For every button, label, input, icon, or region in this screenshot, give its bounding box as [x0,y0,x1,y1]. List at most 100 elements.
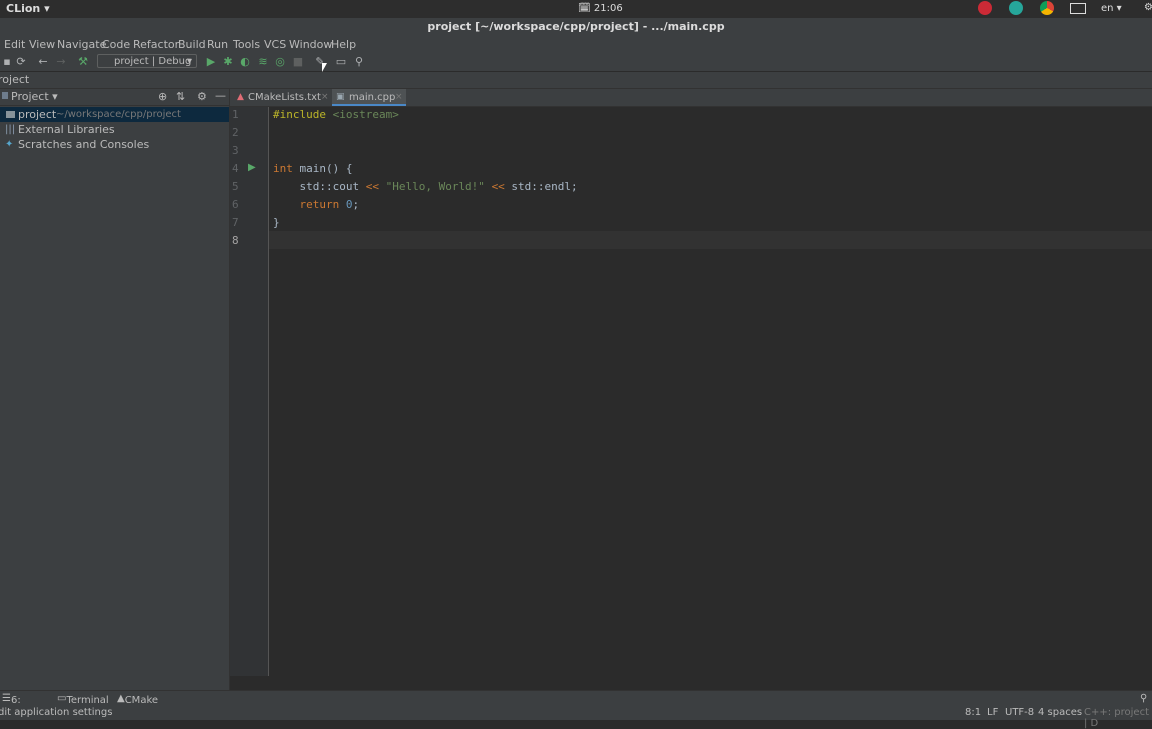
keyboard-icon[interactable] [1070,3,1086,14]
event-search-icon[interactable]: ⚲ [1140,693,1147,704]
code-line-4[interactable]: int main() { [273,162,352,175]
app-menu[interactable]: CLion ▾ [6,2,50,15]
breadcrumb[interactable]: roject [0,73,29,86]
line-number: 1 [232,108,239,121]
editor-area: ▲ CMakeLists.txt × ▣ main.cpp × 1 2 3 4 … [230,89,1152,676]
code-line-7[interactable]: } [273,216,280,229]
code-token: "Hello, World!" [378,180,492,193]
menu-help[interactable]: Help [331,38,356,51]
todo-tool-button[interactable]: ☰ 6: TODO [2,693,41,717]
search-icon[interactable]: ⚲ [352,55,366,69]
chevron-down-icon: ▾ [186,56,192,67]
tree-item-path: ~/workspace/cpp/project [56,109,181,120]
menu-build[interactable]: Build [178,38,206,51]
project-structure-icon[interactable]: ▭ [334,55,348,69]
project-view-select[interactable]: Project ▾ [11,90,58,103]
code-token: std::endl; [504,180,578,193]
line-number: 3 [232,144,239,157]
scratches-icon: ✦ [5,139,14,150]
tree-item-external-libraries[interactable]: ||| External Libraries [0,122,229,137]
code-token: std::cout [273,180,366,193]
stop-icon[interactable]: ■ [291,55,305,69]
project-tool-window: Project ▾ ⊕ ⇅ ⚙ — project ~/workspace/cp… [0,89,230,690]
menu-window[interactable]: Window [289,38,332,51]
tree-item-project[interactable]: project ~/workspace/cpp/project [0,107,229,122]
status-message: dit application settings [0,707,113,718]
code-token: int [273,162,293,175]
attach-icon[interactable]: ◎ [273,55,287,69]
tab-cmakelists[interactable]: ▲ CMakeLists.txt × [234,89,330,106]
menu-navigate[interactable]: Navigate [57,38,106,51]
mouse-cursor [322,63,327,72]
tray-app-icon[interactable] [1009,1,1023,15]
run-configuration-select[interactable]: project | Debug ▾ [97,54,197,68]
menu-view[interactable]: View [29,38,55,51]
run-gutter-icon[interactable]: ▶ [248,162,256,173]
resolve-context[interactable]: C++: project | D [1084,707,1152,729]
line-number: 5 [232,180,239,193]
menu-tools[interactable]: Tools [233,38,260,51]
sync-icon[interactable]: ⟳ [14,55,28,69]
menu-code[interactable]: Code [102,38,130,51]
code-token: } [273,216,280,229]
run-icon[interactable]: ▶ [204,55,218,69]
cmake-label: CMake [124,695,159,706]
hide-panel-icon[interactable]: — [215,89,226,102]
line-separator[interactable]: LF [987,707,998,718]
bottom-tool-bar: ☰ 6: TODO ▭ Terminal ▲ CMake ⚲ [0,690,1152,717]
code-token: << [491,180,505,193]
project-view-icon [2,92,8,99]
menu-run[interactable]: Run [207,38,228,51]
cpp-file-icon: ▣ [336,92,345,102]
run-coverage-icon[interactable]: ◐ [238,55,252,69]
language-indicator[interactable]: en ▾ [1101,3,1122,14]
back-icon[interactable]: ← [36,55,50,69]
indent-setting[interactable]: 4 spaces [1038,707,1082,718]
code-token: #include [273,108,326,121]
profile-icon[interactable]: ≋ [256,55,270,69]
debug-icon[interactable]: ✱ [221,55,235,69]
tab-label: main.cpp [349,92,396,103]
code-line-5[interactable]: std::cout << "Hello, World!" << std::end… [273,180,578,193]
line-number: 8 [232,234,239,247]
menu-bar: Edit View Navigate Code Refactor Build R… [0,36,1152,53]
close-icon[interactable]: × [395,89,403,106]
tab-label: CMakeLists.txt [248,92,321,103]
terminal-label: Terminal [66,695,109,706]
code-token: 0 [339,198,353,211]
save-icon[interactable]: ▪ [0,55,14,69]
collapse-all-icon[interactable]: ⇅ [176,90,185,103]
tab-main-cpp[interactable]: ▣ main.cpp × [332,89,406,106]
close-icon[interactable]: × [321,89,329,106]
code-token: <iostream> [325,108,399,121]
forward-icon[interactable]: → [54,55,68,69]
window-title: project [~/workspace/cpp/project] - .../… [0,18,1152,36]
clock[interactable]: 🗓 21:06 [578,3,623,14]
line-number: 7 [232,216,239,229]
tree-item-label: Scratches and Consoles [18,138,150,151]
folder-icon [6,111,15,118]
power-icon[interactable]: ⚙ [1144,2,1152,13]
caret-position[interactable]: 8:1 [965,707,981,718]
code-line-1[interactable]: #include <iostream> [273,108,399,121]
terminal-tool-button[interactable]: ▭ Terminal [57,693,109,706]
file-encoding[interactable]: UTF-8 [1005,707,1034,718]
menu-refactor[interactable]: Refactor [133,38,179,51]
code-line-6[interactable]: return 0; [273,198,359,211]
project-panel-header: Project ▾ ⊕ ⇅ ⚙ — [0,89,229,106]
tray-record-icon[interactable] [978,1,992,15]
gear-icon[interactable]: ⚙ [197,90,207,103]
chrome-icon[interactable] [1040,1,1054,15]
build-hammer-icon[interactable]: ⚒ [76,55,90,69]
menu-vcs[interactable]: VCS [264,38,286,51]
project-view-label: Project [11,90,49,103]
editor-gutter: 1 2 3 4 ▶ 5 6 7 8 [230,107,269,676]
code-token: << [365,180,379,193]
system-top-bar: CLion ▾ 🗓 21:06 en ▾ ⚙ [0,0,1152,18]
line-number: 2 [232,126,239,139]
locate-icon[interactable]: ⊕ [158,90,167,103]
cmake-tool-button[interactable]: ▲ CMake [117,693,158,706]
cmake-icon: ▲ [237,92,244,102]
tree-item-scratches[interactable]: ✦ Scratches and Consoles [0,137,229,152]
menu-edit[interactable]: Edit [4,38,25,51]
